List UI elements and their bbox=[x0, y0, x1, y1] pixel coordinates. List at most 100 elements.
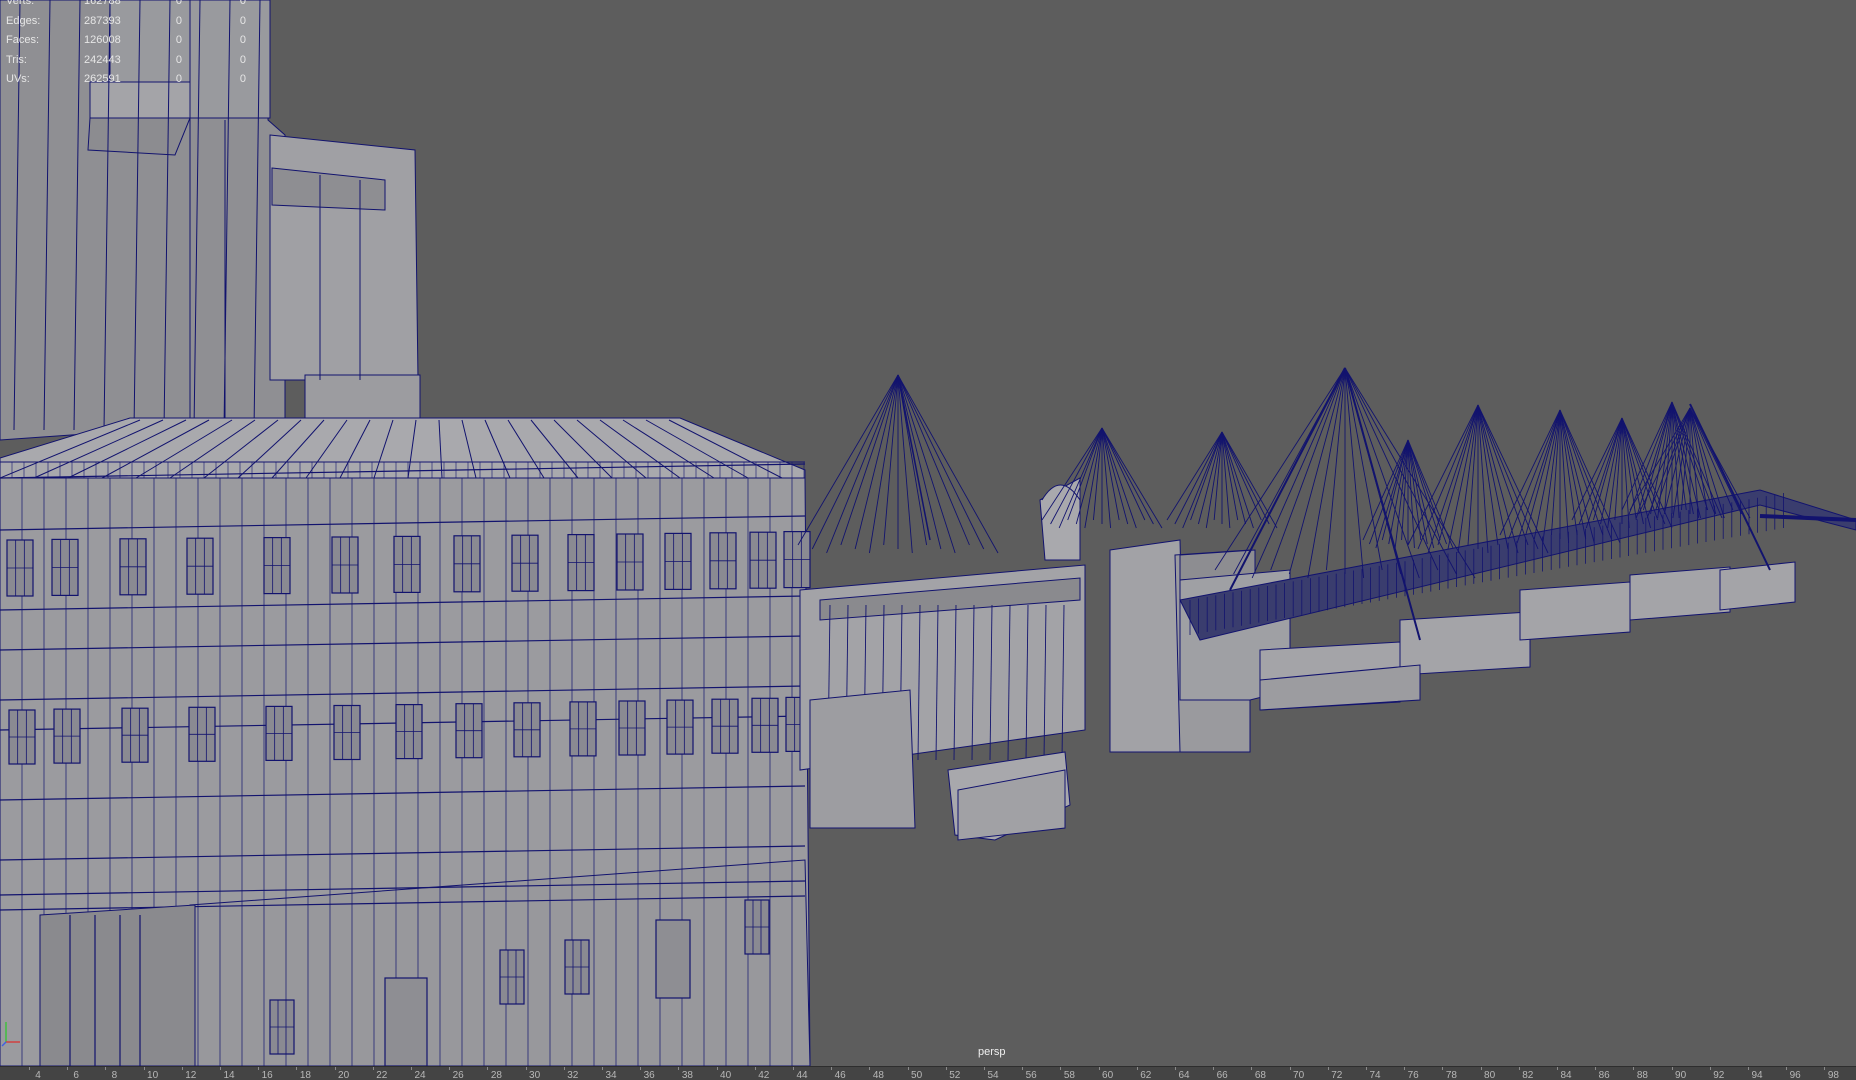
pylon-cables bbox=[1182, 431, 1223, 529]
timeline-tick-mark bbox=[640, 1067, 642, 1070]
timeline-tick-label: 34 bbox=[605, 1070, 617, 1080]
timeline-tick-mark bbox=[1175, 1067, 1176, 1070]
pylon-cables bbox=[1642, 401, 1673, 511]
facade-door bbox=[655, 919, 691, 999]
timeline-tick-mark bbox=[181, 1067, 183, 1070]
pylon-cables bbox=[1251, 367, 1346, 579]
pylon-cables bbox=[1600, 417, 1623, 525]
pylon-cables bbox=[1592, 417, 1623, 521]
timeline-tick-mark bbox=[1595, 1067, 1597, 1070]
timeline-tick-mark bbox=[67, 1067, 69, 1070]
timeline-tick-mark bbox=[1480, 1067, 1482, 1070]
hud-total-value: 262591 bbox=[84, 73, 121, 85]
timeline-tick-mark bbox=[296, 1067, 298, 1070]
facade-door bbox=[384, 977, 428, 1066]
pylon-cables bbox=[1457, 404, 1479, 554]
timeline-tick-mark bbox=[29, 1067, 30, 1070]
timeline-tick-label: 28 bbox=[490, 1070, 502, 1080]
timeline-tick-mark bbox=[1824, 1067, 1826, 1070]
timeline-tick-label: 16 bbox=[261, 1070, 273, 1080]
timeline-tick-label: 48 bbox=[872, 1070, 884, 1080]
pylon-cables bbox=[797, 374, 899, 546]
hud-component-value: 0 bbox=[239, 53, 246, 66]
timeline-tick-mark bbox=[907, 1067, 909, 1070]
time-slider[interactable]: 4 6 8 10 12 14 16 18 20 22 24 26 28 30 32 34 36 38 40 42 44 4… bbox=[0, 1066, 1856, 1080]
timeline-tick-label: 44 bbox=[796, 1070, 808, 1080]
hud-selected-value: 0 bbox=[175, 53, 182, 66]
timeline-tick-label: 26 bbox=[452, 1070, 464, 1080]
timeline-tick-label: 82 bbox=[1522, 1070, 1534, 1080]
timeline-tick-mark bbox=[372, 1067, 374, 1070]
timeline-tick-mark bbox=[487, 1067, 489, 1070]
timeline-tick-mark bbox=[1366, 1067, 1367, 1070]
hud-label: Verts: bbox=[6, 0, 35, 7]
pylon-cables bbox=[1288, 367, 1346, 575]
timeline-tick-mark bbox=[1671, 1067, 1673, 1070]
timeline-tick-mark bbox=[411, 1067, 412, 1070]
tower-ledge-side bbox=[87, 117, 191, 156]
timeline-tick-label: 56 bbox=[1025, 1070, 1037, 1080]
perspective-viewport[interactable]: Verts: 162788 0 0 Edges: 287393 0 0 Face… bbox=[0, 0, 1856, 1066]
hud-component-value: 0 bbox=[239, 14, 246, 27]
hud-label: Faces: bbox=[6, 34, 40, 46]
timeline-tick-label: 52 bbox=[949, 1070, 961, 1080]
timeline-tick-mark bbox=[105, 1067, 107, 1070]
hud-component-value: 0 bbox=[239, 73, 246, 85]
timeline-tick-mark bbox=[1633, 1067, 1635, 1070]
pylon-cables bbox=[1344, 367, 1457, 575]
timeline-tick-label: 30 bbox=[529, 1070, 541, 1080]
pylon-cables bbox=[1075, 427, 1103, 525]
timeline-tick-label: 42 bbox=[758, 1070, 770, 1080]
pylon-cables bbox=[1585, 417, 1623, 529]
timeline-tick-label: 12 bbox=[185, 1070, 197, 1080]
hud-total-value: 126008 bbox=[84, 34, 121, 46]
timeline-tick-mark bbox=[869, 1067, 871, 1070]
pylon-cables bbox=[1166, 431, 1223, 521]
pylon-mast bbox=[897, 374, 931, 541]
timeline-tick-mark bbox=[563, 1067, 565, 1070]
timeline-tick-label: 62 bbox=[1140, 1070, 1152, 1080]
timeline-tick-mark bbox=[525, 1067, 527, 1070]
timeline-tick-mark bbox=[1518, 1067, 1520, 1070]
timeline-tick-label: 72 bbox=[1331, 1070, 1343, 1080]
timeline-tick-label: 50 bbox=[911, 1070, 923, 1080]
timeline-tick-mark bbox=[678, 1067, 680, 1070]
pylon-cables bbox=[1084, 427, 1103, 529]
pylon-cables bbox=[1101, 427, 1137, 529]
hud-selected-value: 0 bbox=[175, 14, 182, 27]
pylon-cables bbox=[1533, 409, 1561, 540]
timeline-tick-label: 76 bbox=[1407, 1070, 1419, 1080]
pylon-cables bbox=[897, 374, 913, 554]
timeline-tick-mark bbox=[220, 1067, 221, 1070]
pylon-cables bbox=[1190, 431, 1223, 521]
timeline-tick-label: 20 bbox=[338, 1070, 350, 1080]
timeline-tick-label: 24 bbox=[414, 1070, 426, 1080]
tower-base-block bbox=[304, 374, 421, 421]
pylon-cables bbox=[1571, 417, 1623, 521]
pylon-cables bbox=[826, 374, 899, 554]
timeline-tick-mark bbox=[449, 1067, 451, 1070]
timeline-tick-mark bbox=[1098, 1067, 1100, 1070]
timeline-tick-mark bbox=[1022, 1067, 1024, 1070]
timeline-tick-mark bbox=[793, 1067, 794, 1070]
pylon-cables bbox=[1221, 431, 1270, 525]
timeline-tick-label: 54 bbox=[987, 1070, 999, 1080]
hud-label: Tris: bbox=[6, 53, 27, 66]
timeline-tick-label: 84 bbox=[1560, 1070, 1572, 1080]
mid-building-pier bbox=[809, 689, 916, 829]
hud-label: Edges: bbox=[6, 14, 41, 27]
pylon-cables bbox=[1516, 409, 1561, 544]
timeline-tick-label: 92 bbox=[1713, 1070, 1725, 1080]
pylon-cables bbox=[1058, 427, 1103, 529]
pylon-cables bbox=[1447, 404, 1479, 550]
pylon-mast bbox=[1689, 403, 1771, 571]
timeline-tick-label: 90 bbox=[1675, 1070, 1687, 1080]
timeline-tick-label: 80 bbox=[1484, 1070, 1496, 1080]
timeline-tick-label: 94 bbox=[1751, 1070, 1763, 1080]
timeline-tick-label: 98 bbox=[1827, 1070, 1839, 1080]
pylon-cables bbox=[1307, 367, 1346, 579]
pylon-cables bbox=[854, 374, 899, 550]
pylon-cables bbox=[1407, 439, 1435, 549]
bridge-pier bbox=[1719, 561, 1796, 611]
pylon-cables bbox=[1621, 417, 1652, 529]
